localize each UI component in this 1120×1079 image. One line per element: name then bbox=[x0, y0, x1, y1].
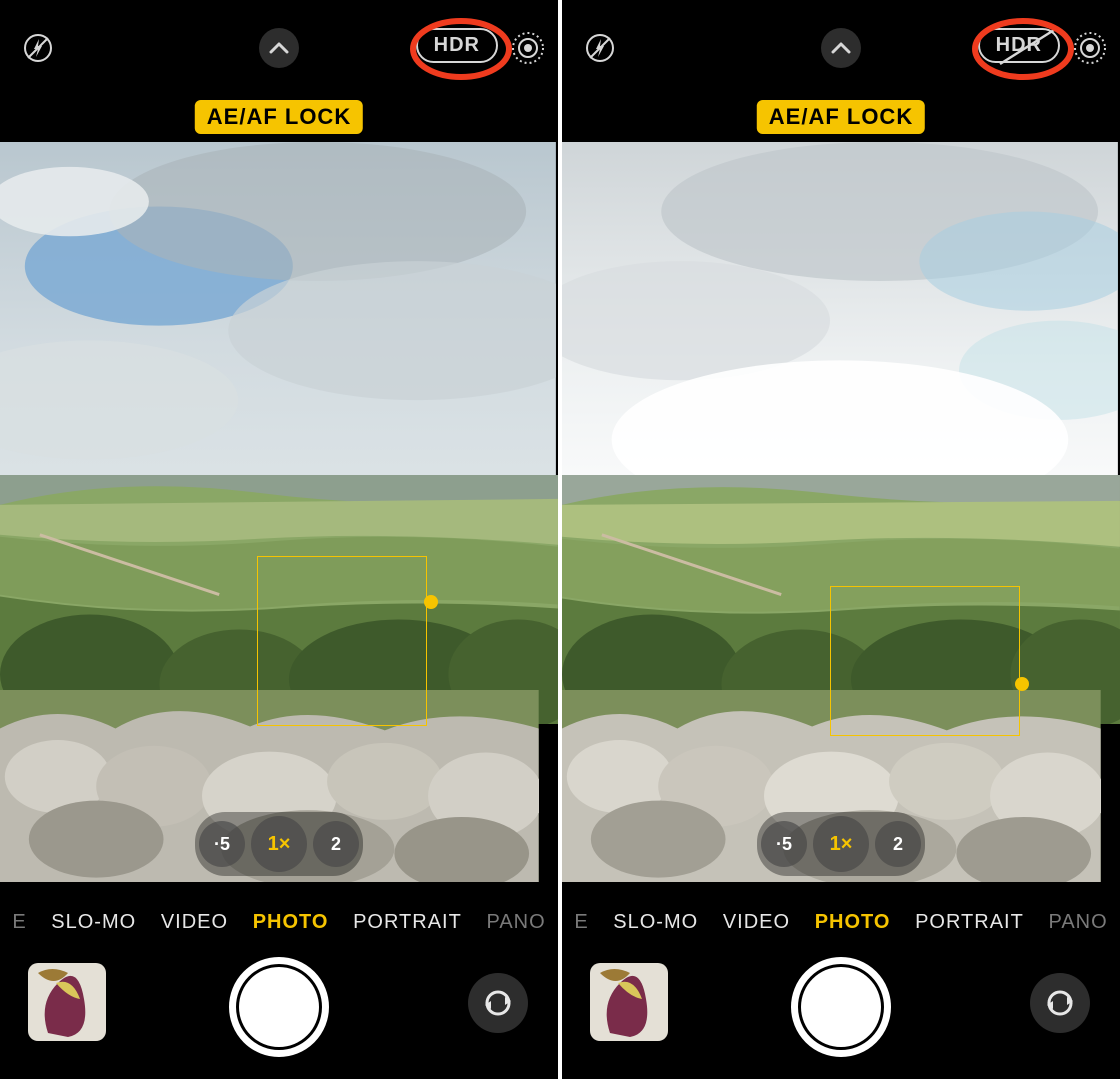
zoom-selector[interactable]: ·5 1× 2 bbox=[195, 812, 363, 876]
exposure-slider-handle[interactable] bbox=[1015, 677, 1029, 691]
camera-options-toggle[interactable] bbox=[259, 28, 299, 68]
mode-portrait[interactable]: PORTRAIT bbox=[353, 911, 462, 934]
shutter-button-inner bbox=[239, 967, 319, 1047]
flash-off-icon bbox=[23, 33, 53, 63]
zoom-2x[interactable]: 2 bbox=[313, 821, 359, 867]
mode-photo[interactable]: PHOTO bbox=[253, 911, 329, 934]
mode-pano-edge[interactable]: PANO bbox=[1048, 911, 1107, 934]
flash-off-icon bbox=[585, 33, 615, 63]
camera-mode-selector[interactable]: E SLO-MO VIDEO PHOTO PORTRAIT PANO bbox=[0, 900, 558, 944]
camera-viewfinder[interactable]: ·5 1× 2 bbox=[562, 142, 1120, 882]
camera-flip-button[interactable] bbox=[468, 973, 528, 1033]
camera-flip-icon bbox=[1043, 988, 1077, 1018]
camera-app-screenshot-hdr-off: HDR AE/AF LOCK bbox=[562, 0, 1120, 1079]
top-toolbar: HDR bbox=[562, 0, 1120, 92]
mode-video[interactable]: VIDEO bbox=[161, 911, 228, 934]
ae-af-lock-badge: AE/AF LOCK bbox=[195, 100, 363, 134]
mode-pano-edge[interactable]: PANO bbox=[486, 911, 545, 934]
chevron-up-icon bbox=[269, 42, 289, 54]
hdr-toggle[interactable]: HDR bbox=[416, 28, 498, 63]
hdr-toggle[interactable]: HDR bbox=[978, 28, 1060, 63]
mode-slomo[interactable]: SLO-MO bbox=[613, 911, 698, 934]
mode-timelapse-edge[interactable]: E bbox=[12, 911, 26, 934]
mode-photo[interactable]: PHOTO bbox=[815, 911, 891, 934]
camera-viewfinder[interactable]: ·5 1× 2 bbox=[0, 142, 558, 882]
live-photo-toggle[interactable] bbox=[1070, 28, 1110, 68]
mode-slomo[interactable]: SLO-MO bbox=[51, 911, 136, 934]
exposure-slider-handle[interactable] bbox=[424, 595, 438, 609]
live-photo-icon bbox=[511, 31, 545, 65]
shutter-button[interactable] bbox=[791, 957, 891, 1057]
flash-toggle[interactable] bbox=[580, 28, 620, 68]
mode-video[interactable]: VIDEO bbox=[723, 911, 790, 934]
mode-portrait[interactable]: PORTRAIT bbox=[915, 911, 1024, 934]
flash-toggle[interactable] bbox=[18, 28, 58, 68]
zoom-selector[interactable]: ·5 1× 2 bbox=[757, 812, 925, 876]
thumbnail-image bbox=[590, 963, 668, 1041]
live-photo-icon bbox=[1073, 31, 1107, 65]
last-photo-thumbnail[interactable] bbox=[590, 963, 668, 1041]
camera-flip-icon bbox=[481, 988, 515, 1018]
zoom-0.5x[interactable]: ·5 bbox=[199, 821, 245, 867]
thumbnail-image bbox=[28, 963, 106, 1041]
focus-lock-indicator bbox=[257, 556, 427, 726]
ae-af-lock-badge: AE/AF LOCK bbox=[757, 100, 925, 134]
shutter-button-inner bbox=[801, 967, 881, 1047]
live-photo-toggle[interactable] bbox=[508, 28, 548, 68]
zoom-2x[interactable]: 2 bbox=[875, 821, 921, 867]
chevron-up-icon bbox=[831, 42, 851, 54]
top-toolbar: HDR bbox=[0, 0, 558, 92]
shutter-button[interactable] bbox=[229, 957, 329, 1057]
last-photo-thumbnail[interactable] bbox=[28, 963, 106, 1041]
camera-app-screenshot-hdr-on: HDR AE/AF LOCK bbox=[0, 0, 558, 1079]
zoom-0.5x[interactable]: ·5 bbox=[761, 821, 807, 867]
camera-flip-button[interactable] bbox=[1030, 973, 1090, 1033]
camera-options-toggle[interactable] bbox=[821, 28, 861, 68]
zoom-1x[interactable]: 1× bbox=[813, 816, 869, 872]
mode-timelapse-edge[interactable]: E bbox=[574, 911, 588, 934]
zoom-1x[interactable]: 1× bbox=[251, 816, 307, 872]
focus-lock-indicator bbox=[830, 586, 1020, 736]
camera-mode-selector[interactable]: E SLO-MO VIDEO PHOTO PORTRAIT PANO bbox=[562, 900, 1120, 944]
